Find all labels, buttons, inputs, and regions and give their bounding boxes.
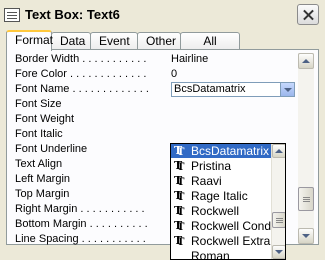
- property-row-font-italic[interactable]: Font Italic: [11, 128, 293, 141]
- font-list-item-label: Pristina: [191, 159, 232, 173]
- property-name: Font Name . . . . . . . . . . . . .: [15, 83, 149, 95]
- property-name: Border Width . . . . . . . . . . .: [15, 53, 147, 65]
- property-row-font-size[interactable]: Font Size: [11, 98, 293, 111]
- window-title: Text Box: Text6: [25, 7, 120, 22]
- property-sheet-icon: [4, 8, 20, 22]
- truetype-font-icon: T: [174, 220, 186, 235]
- property-name: Fore Color . . . . . . . . . . . . .: [15, 68, 147, 80]
- font-list-item-label: BcsDatamatrix: [191, 144, 270, 158]
- font-list-item-label: Rockwell: [191, 204, 240, 218]
- truetype-font-icon: T: [174, 175, 186, 190]
- close-button[interactable]: [297, 4, 319, 25]
- property-value[interactable]: 0: [171, 68, 295, 81]
- truetype-font-icon: T: [174, 235, 186, 250]
- scroll-up-arrow-icon[interactable]: [272, 144, 285, 158]
- font-list-item[interactable]: T Raavi: [171, 174, 271, 190]
- chevron-down-icon[interactable]: [280, 83, 294, 96]
- property-name: Right Margin . . . . . . . . . . .: [15, 203, 145, 215]
- scroll-down-arrow-icon[interactable]: [272, 245, 285, 259]
- property-name: Font Underline: [15, 143, 88, 155]
- font-list-item-label: Rage Italic: [191, 189, 248, 203]
- scroll-up-arrow-icon[interactable]: [298, 53, 314, 69]
- truetype-font-icon: T: [174, 145, 186, 160]
- property-row-fore-color[interactable]: Fore Color . . . . . . . . . . . . . 0: [11, 68, 293, 81]
- title-bar[interactable]: Text Box: Text6: [0, 0, 325, 30]
- properties-scrollbar[interactable]: [298, 53, 314, 244]
- property-name: Text Align: [15, 158, 63, 170]
- font-list-item[interactable]: Roman: [171, 249, 271, 260]
- tab-data[interactable]: Data: [51, 32, 91, 50]
- property-name: Font Size: [15, 98, 62, 110]
- font-list-item[interactable]: T Rockwell Extra Bold: [171, 234, 285, 250]
- truetype-font-icon: T: [174, 205, 186, 220]
- dropdown-scrollbar[interactable]: [271, 144, 285, 259]
- property-row-border-width[interactable]: Border Width . . . . . . . . . . . Hairl…: [11, 53, 293, 66]
- font-list-item[interactable]: T Rockwell Condensed: [171, 219, 285, 235]
- font-list-item[interactable]: T Pristina: [171, 159, 271, 175]
- property-name: Left Margin: [15, 173, 71, 185]
- property-name: Font Italic: [15, 128, 63, 140]
- tab-all[interactable]: All: [180, 32, 240, 50]
- property-row-font-weight[interactable]: Font Weight: [11, 113, 293, 126]
- font-list-item[interactable]: T BcsDatamatrix: [171, 144, 271, 160]
- font-name-dropdown-list[interactable]: T BcsDatamatrix T Pristina T Raavi T Rag…: [170, 143, 286, 260]
- font-list-item[interactable]: T Rockwell: [171, 204, 271, 220]
- tab-other[interactable]: Other: [137, 32, 181, 50]
- truetype-font-icon: T: [174, 190, 186, 205]
- property-name: Bottom Margin . . . . . . . . . .: [15, 218, 148, 230]
- tab-strip: Format Data Event Other All: [6, 30, 240, 51]
- font-name-combobox[interactable]: BcsDatamatrix: [171, 82, 295, 97]
- property-name: Top Margin: [15, 188, 70, 200]
- property-sheet-window: Text Box: Text6 Format Data Event Other …: [0, 0, 325, 260]
- tab-format[interactable]: Format: [6, 30, 53, 51]
- property-name: Line Spacing . . . . . . . . . . .: [15, 233, 146, 245]
- font-list-item[interactable]: T Rage Italic: [171, 189, 271, 205]
- truetype-font-icon: T: [174, 160, 186, 175]
- property-name: Font Weight: [15, 113, 75, 125]
- property-row-font-name[interactable]: Font Name . . . . . . . . . . . . . BcsD…: [11, 82, 295, 97]
- scroll-down-arrow-icon[interactable]: [298, 228, 314, 244]
- font-list-item-label: Roman: [191, 249, 230, 260]
- font-list-item-label: Raavi: [191, 174, 222, 188]
- scrollbar-thumb[interactable]: [272, 212, 285, 228]
- font-name-value: BcsDatamatrix: [174, 83, 246, 95]
- properties-panel: Border Width . . . . . . . . . . . Hairl…: [6, 49, 319, 260]
- scrollbar-thumb[interactable]: [298, 187, 314, 211]
- property-value[interactable]: Hairline: [171, 53, 295, 66]
- tab-event[interactable]: Event: [90, 32, 138, 50]
